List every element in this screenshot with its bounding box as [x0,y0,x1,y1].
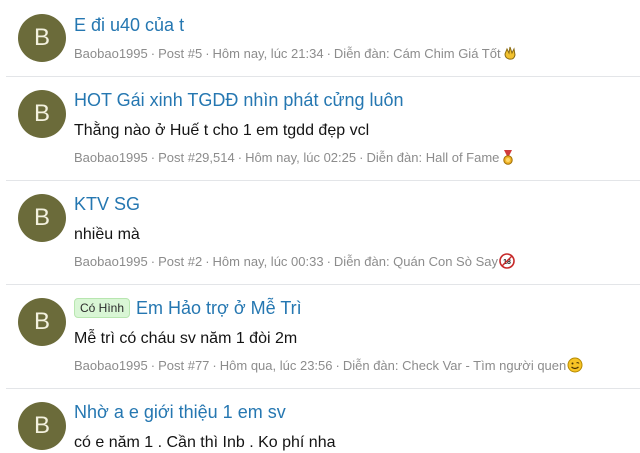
meta-separator: · [150,150,156,165]
author-link[interactable]: Baobao1995 [74,150,148,165]
result-item: B HOT Gái xinh TGDĐ nhìn phát cửng luôn … [6,76,640,181]
eighteen-plus-icon: 18 [499,253,515,274]
result-meta: Baobao1995 · Post #5 · Hôm nay, lúc 21:34 · Di… [74,45,518,66]
meta-separator: · [326,254,331,269]
prefix-badge[interactable]: Có Hình [74,298,131,318]
result-item: B E đi u40 của t Baobao1995 · Post #5 · Hôm … [6,0,640,76]
meta-separator: · [212,358,217,373]
result-item: B Nhờ a e giới thiệu 1 em sv có e năm 1 … [6,388,640,453]
author-link[interactable]: Baobao1995 [74,46,148,61]
result-meta: Baobao1995 · Post #77 · Hôm qua, lúc 23:56 · D… [74,357,583,378]
post-number: Post #77 [158,358,210,373]
post-time: Hôm qua, lúc 23:56 [219,358,333,373]
forum-link[interactable]: Diễn đàn: Hall of Fame [366,150,499,165]
meta-separator: · [335,358,340,373]
post-number: Post #29,514 [158,150,235,165]
result-meta: Baobao1995 · Post #2 · Hôm nay, lúc 00:33 · Di… [74,253,515,274]
hand-icon [502,45,518,66]
post-time: Hôm nay, lúc 02:25 [245,150,357,165]
result-title-link[interactable]: Nhờ a e giới thiệu 1 em sv [74,401,286,423]
meta-separator: · [237,150,243,165]
result-title-link[interactable]: Em Hảo trợ ở Mễ Trì [136,298,302,318]
result-title-link[interactable]: HOT Gái xinh TGDĐ nhìn phát cửng luôn [74,89,404,111]
forum-link[interactable]: Diễn đàn: Check Var - Tìm người quen [343,358,566,373]
result-snippet: nhiều mà [74,226,140,243]
result-item: B Có Hình Em Hảo trợ ở Mễ Trì Mễ trì có c… [6,284,640,389]
result-snippet: có e năm 1 . Cần thì Inb . Ko phí nha [74,434,336,451]
medal-icon [500,149,516,170]
post-number: Post #5 [158,46,203,61]
result-title: Có Hình Em Hảo trợ ở Mễ Trì [74,297,302,319]
result-title-link[interactable]: KTV SG [74,193,140,215]
author-link[interactable]: Baobao1995 [74,358,148,373]
meta-separator: · [205,254,210,269]
meta-separator: · [150,358,156,373]
avatar[interactable]: B [18,298,66,346]
author-link[interactable]: Baobao1995 [74,254,148,269]
meta-separator: · [205,46,210,61]
meta-separator: · [150,254,156,269]
avatar[interactable]: B [18,14,66,62]
result-snippet: Thằng nào ở Huế t cho 1 em tgdd đẹp vcl [74,122,370,139]
post-number: Post #2 [158,254,203,269]
avatar[interactable]: B [18,402,66,450]
post-time: Hôm nay, lúc 00:33 [212,254,324,269]
forum-link[interactable]: Diễn đàn: Quán Con Sò Say [334,254,498,269]
meta-separator: · [326,46,331,61]
meta-separator: · [150,46,156,61]
avatar[interactable]: B [18,194,66,242]
result-title-link[interactable]: E đi u40 của t [74,14,184,36]
result-item: B KTV SG nhiều mà Baobao1995 · Post #2 · Hôm… [6,180,640,285]
result-snippet: Mễ trì có cháu sv năm 1 đòi 2m [74,330,298,347]
result-meta: Baobao1995 · Post #29,514 · Hôm nay, lúc 02:… [74,149,516,170]
post-time: Hôm nay, lúc 21:34 [212,46,324,61]
meta-separator: · [359,150,364,165]
avatar[interactable]: B [18,90,66,138]
forum-link[interactable]: Diễn đàn: Cám Chim Giá Tốt [334,46,501,61]
smiley-icon [567,357,583,378]
